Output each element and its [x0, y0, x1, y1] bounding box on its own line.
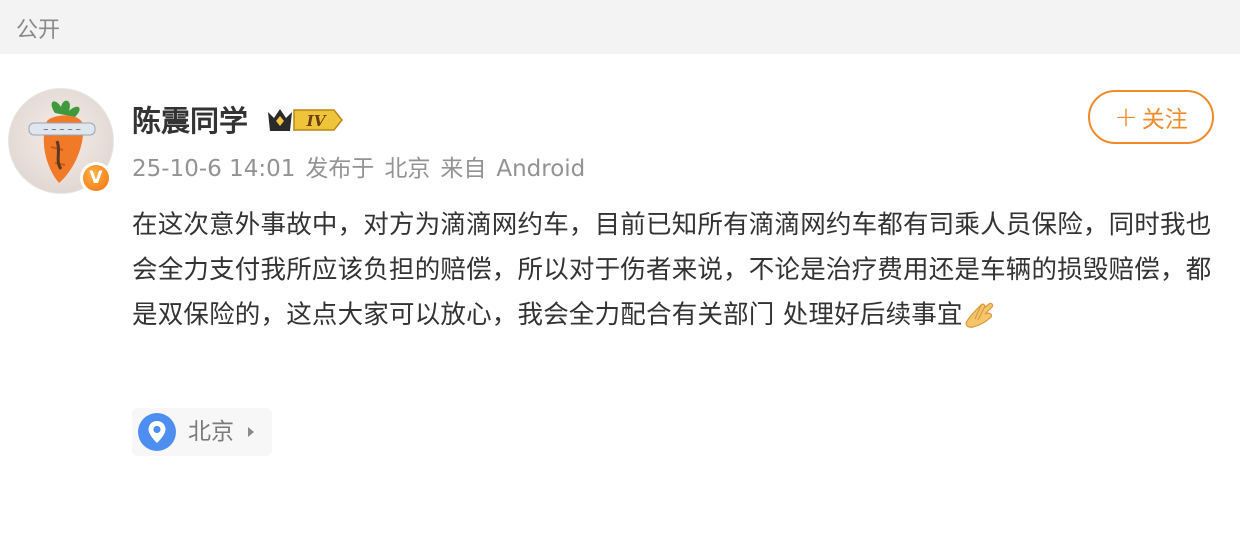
follow-button[interactable]: + 关注: [1088, 90, 1214, 144]
verified-badge: V: [80, 162, 112, 194]
visibility-label: 公开: [16, 18, 61, 43]
follow-label: 关注: [1141, 107, 1188, 133]
timestamp[interactable]: 25-10-6 14:01: [132, 156, 295, 182]
visibility-bar: 公开: [0, 0, 1240, 54]
source-prefix: 来自: [440, 156, 487, 182]
level-text: IV: [306, 112, 327, 130]
plus-icon: +: [1114, 100, 1138, 133]
location-pin-icon: [138, 413, 176, 451]
post-text: 在这次意外事故中，对方为滴滴网约车，目前已知所有滴滴网约车都有司乘人员保险，同时…: [132, 210, 1212, 330]
chevron-right-icon: [248, 427, 254, 437]
location-label: 北京: [188, 419, 234, 445]
post-content[interactable]: 在这次意外事故中，对方为滴滴网约车，目前已知所有滴滴网约车都有司乘人员保险，同时…: [132, 203, 1222, 338]
location-tag[interactable]: 北京: [132, 408, 272, 456]
posted-location: 北京: [384, 156, 431, 182]
verified-v-icon: V: [83, 165, 109, 191]
author-name[interactable]: 陈震同学: [132, 102, 248, 140]
post-meta: 25-10-6 14:01 发布于 北京 来自 Android: [132, 154, 595, 184]
post-card: ~ ~ ~ ~ ~ V 陈震同学 IV 25-10-6 14:01 发布于 北京 来自…: [8, 58, 1232, 540]
posted-from-prefix: 发布于: [305, 156, 375, 182]
svg-text:~ ~ ~ ~ ~: ~ ~ ~ ~ ~: [43, 126, 81, 134]
level-badge-icon[interactable]: IV: [264, 105, 344, 135]
folded-hands-emoji: [965, 302, 993, 328]
source-client: Android: [496, 156, 586, 182]
